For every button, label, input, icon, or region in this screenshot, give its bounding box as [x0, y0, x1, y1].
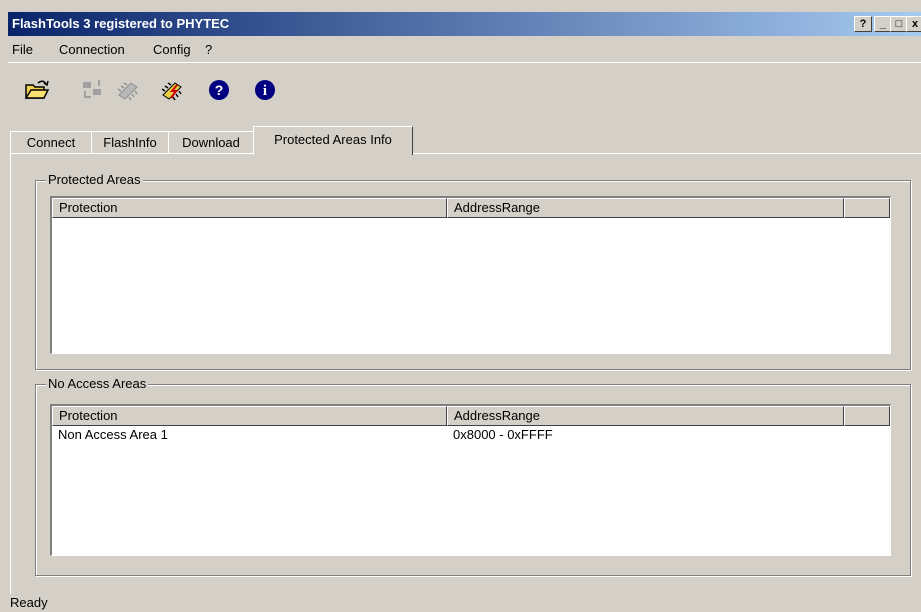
address-range-cell: 0x8000 - 0xFFFF	[453, 427, 553, 442]
column-header-blank[interactable]	[844, 406, 890, 426]
column-header-protection[interactable]: Protection	[52, 198, 447, 218]
menu-bar: File Connection Config ?	[8, 38, 921, 60]
menu-help[interactable]: ?	[205, 42, 212, 57]
no-access-areas-list[interactable]: Protection AddressRange Non Access Area …	[50, 404, 891, 556]
svg-text:i: i	[263, 83, 267, 99]
tab-protected-areas-info[interactable]: Protected Areas Info	[253, 126, 413, 155]
svg-text:?: ?	[215, 82, 224, 98]
group-label: No Access Areas	[46, 376, 149, 391]
column-header-protection[interactable]: Protection	[52, 406, 447, 426]
protection-cell: Non Access Area 1	[58, 427, 168, 442]
status-bar: Ready	[8, 594, 921, 612]
menu-config[interactable]: Config	[153, 42, 191, 57]
column-header-address-range[interactable]: AddressRange	[447, 198, 844, 218]
column-header-blank[interactable]	[844, 198, 890, 218]
window-title: FlashTools 3 registered to PHYTEC	[12, 16, 230, 31]
tab-flashinfo[interactable]: FlashInfo	[91, 131, 169, 154]
protected-areas-list[interactable]: Protection AddressRange	[50, 196, 891, 354]
chip-icon[interactable]	[115, 77, 141, 103]
close-button[interactable]: x	[906, 16, 921, 32]
help-button[interactable]: ?	[854, 16, 872, 32]
tab-panel: Protected Areas Protection AddressRange …	[10, 153, 921, 594]
title-bar: FlashTools 3 registered to PHYTEC ? _ □ …	[8, 12, 921, 36]
open-folder-icon[interactable]	[24, 77, 50, 103]
column-header-address-range[interactable]: AddressRange	[447, 406, 844, 426]
app-window: FlashTools 3 registered to PHYTEC ? _ □ …	[0, 0, 921, 612]
help-icon[interactable]: ?	[206, 77, 232, 103]
transfer-icon[interactable]	[80, 77, 106, 103]
menu-file[interactable]: File	[12, 42, 33, 57]
tab-download[interactable]: Download	[168, 131, 254, 154]
protected-areas-group: Protected Areas Protection AddressRange	[35, 172, 911, 370]
no-access-areas-group: No Access Areas Protection AddressRange …	[35, 376, 911, 576]
group-label: Protected Areas	[46, 172, 143, 187]
toolbar: ? i	[8, 62, 921, 119]
flash-chip-icon[interactable]	[159, 77, 185, 103]
tab-connect[interactable]: Connect	[10, 131, 92, 154]
info-icon[interactable]: i	[252, 77, 278, 103]
menu-connection[interactable]: Connection	[59, 42, 125, 57]
status-text: Ready	[10, 595, 48, 610]
